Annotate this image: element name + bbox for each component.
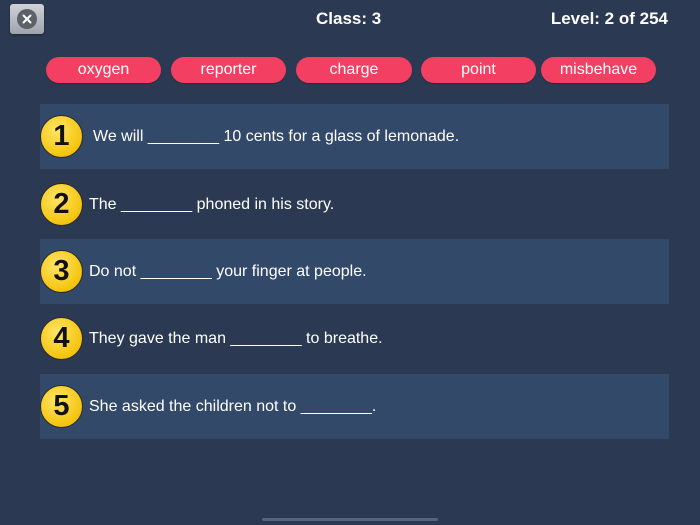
question-row-4[interactable]: 4 They gave the man ________ to breathe.	[40, 306, 669, 371]
word-chip-charge[interactable]: charge	[296, 57, 412, 83]
home-indicator	[262, 518, 438, 521]
question-number-badge: 5	[40, 385, 83, 428]
word-chip-reporter[interactable]: reporter	[171, 57, 286, 83]
word-chip-oxygen[interactable]: oxygen	[46, 57, 161, 83]
close-icon	[17, 9, 37, 29]
question-row-2[interactable]: 2 The ________ phoned in his story.	[40, 172, 669, 237]
word-bank: oxygen reporter charge point misbehave	[46, 57, 658, 83]
question-row-1[interactable]: 1 We will ________ 10 cents for a glass …	[40, 104, 669, 169]
question-number-badge: 2	[40, 183, 83, 226]
question-row-5[interactable]: 5 She asked the children not to ________…	[40, 374, 669, 439]
question-sentence: Do not ________ your finger at people.	[89, 262, 367, 280]
question-number-badge: 4	[40, 317, 83, 360]
question-sentence: She asked the children not to ________.	[89, 397, 377, 415]
close-button[interactable]	[10, 4, 44, 34]
word-chip-point[interactable]: point	[421, 57, 536, 83]
question-sentence: They gave the man ________ to breathe.	[89, 329, 383, 347]
question-sentence: We will ________ 10 cents for a glass of…	[93, 127, 460, 145]
word-chip-misbehave[interactable]: misbehave	[541, 57, 656, 83]
level-label: Level: 2 of 254	[550, 9, 668, 28]
question-number-badge: 3	[40, 250, 83, 293]
question-sentence: The ________ phoned in his story.	[89, 195, 335, 213]
class-label: Class: 3	[316, 9, 382, 28]
question-number-badge: 1	[40, 115, 83, 158]
question-row-3[interactable]: 3 Do not ________ your finger at people.	[40, 239, 669, 304]
